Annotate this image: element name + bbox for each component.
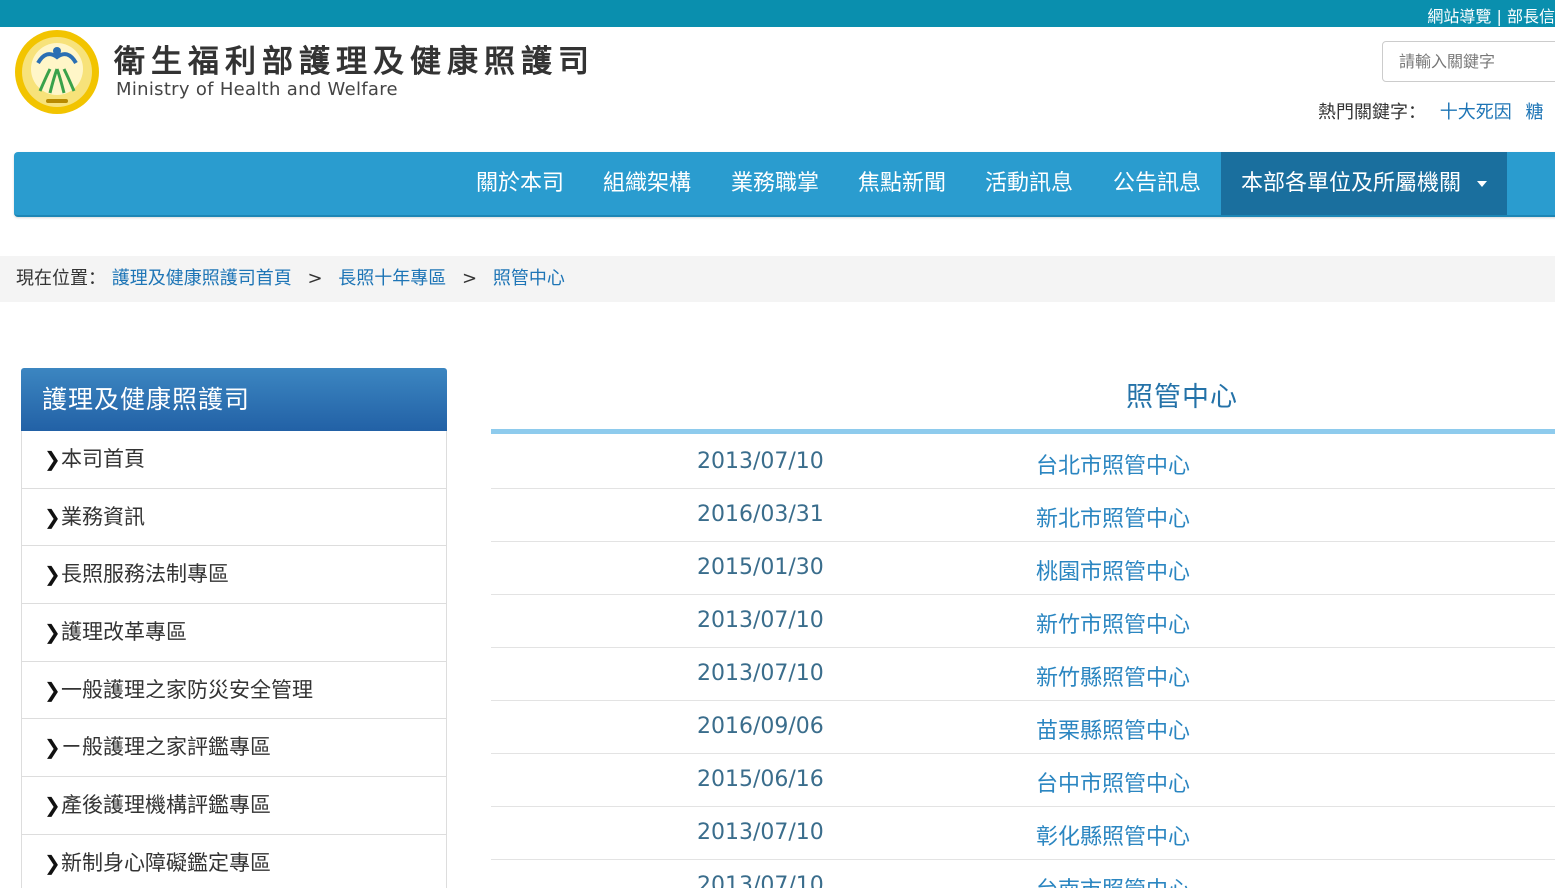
- hot-keyword-link[interactable]: 十大死因: [1440, 102, 1512, 123]
- list-item-date: 2016/09/06: [697, 714, 824, 739]
- list-item: 2016/09/06 苗栗縣照管中心: [491, 701, 1555, 754]
- sidebar-item-label: ㄧ般護理之家評鑑專區: [61, 735, 271, 760]
- site-subtitle: Ministry of Health and Welfare: [116, 79, 398, 100]
- list-item: 2013/07/10 新竹縣照管中心: [491, 648, 1555, 701]
- sidebar-item-disaster-safety[interactable]: ❯一般護理之家防災安全管理: [21, 661, 447, 720]
- sidebar-item-label: 產後護理機構評鑑專區: [61, 793, 271, 818]
- nav-item-news[interactable]: 焦點新聞: [858, 152, 946, 215]
- breadcrumb-separator: >: [462, 268, 478, 289]
- sidebar-item-label: 長照服務法制專區: [61, 562, 229, 587]
- breadcrumb-link-home[interactable]: 護理及健康照護司首頁: [112, 268, 292, 289]
- site-title[interactable]: 衛生福利部護理及健康照護司: [114, 36, 595, 81]
- chevron-right-icon: ❯: [44, 850, 61, 875]
- list-item-date: 2013/07/10: [697, 820, 824, 845]
- breadcrumb: 現在位置： 護理及健康照護司首頁 > 長照十年專區 > 照管中心: [0, 256, 1555, 302]
- top-bar: 網站導覽 | 部長信: [0, 0, 1555, 27]
- list-item: 2013/07/10 新竹市照管中心: [491, 595, 1555, 648]
- list-item-link[interactable]: 彰化縣照管中心: [1036, 819, 1190, 851]
- list-item: 2016/03/31 新北市照管中心: [491, 489, 1555, 542]
- list-item-link[interactable]: 台中市照管中心: [1036, 766, 1190, 798]
- list-item-link[interactable]: 台北市照管中心: [1036, 448, 1190, 480]
- list-item-link[interactable]: 桃園市照管中心: [1036, 554, 1190, 586]
- top-links[interactable]: 網站導覽 | 部長信: [1427, 3, 1555, 27]
- chevron-right-icon: ❯: [44, 562, 61, 587]
- hot-keywords-label: 熱門關鍵字：: [1318, 102, 1426, 123]
- list-item-date: 2015/06/16: [697, 767, 824, 792]
- list-item: 2013/07/10 台北市照管中心: [491, 436, 1555, 489]
- nav-item-duties[interactable]: 業務職掌: [731, 152, 819, 215]
- breadcrumb-link-longterm-care[interactable]: 長照十年專區: [338, 268, 446, 289]
- nav-item-about[interactable]: 關於本司: [476, 152, 564, 215]
- list-item-link[interactable]: 新北市照管中心: [1036, 501, 1190, 533]
- sidebar-item-label: 一般護理之家防災安全管理: [61, 677, 313, 702]
- list-item-link[interactable]: 苗栗縣照管中心: [1036, 713, 1190, 745]
- list-item: 2013/07/10 彰化縣照管中心: [491, 807, 1555, 860]
- list-item-date: 2013/07/10: [697, 608, 824, 633]
- title-divider: [491, 429, 1555, 434]
- list-item-date: 2013/07/10: [697, 661, 824, 686]
- care-center-list: 2013/07/10 台北市照管中心 2016/03/31 新北市照管中心 2015…: [491, 436, 1555, 888]
- hot-keyword-link[interactable]: 糖: [1525, 102, 1543, 123]
- main-nav: 關於本司 組織架構 業務職掌 焦點新聞 活動訊息 公告訊息 本部各單位及所屬機關: [14, 152, 1555, 217]
- sidebar-item-postpartum-evaluation[interactable]: ❯產後護理機構評鑑專區: [21, 777, 447, 835]
- sidebar-item-disability-assessment[interactable]: ❯新制身心障礙鑑定專區: [21, 834, 447, 888]
- sidebar-item-nursing-home-evaluation[interactable]: ❯ㄧ般護理之家評鑑專區: [21, 719, 447, 778]
- list-item-date: 2013/07/10: [697, 449, 824, 474]
- list-item: 2013/07/10 台南市照管中心: [491, 860, 1555, 888]
- list-item-date: 2015/01/30: [697, 555, 824, 580]
- sidebar-title: 護理及健康照護司: [21, 368, 447, 431]
- ministry-logo-icon[interactable]: [14, 29, 100, 115]
- hot-keywords: 熱門關鍵字： 十大死因 糖: [1318, 98, 1543, 124]
- breadcrumb-label: 現在位置：: [16, 268, 106, 289]
- nav-item-announcements[interactable]: 公告訊息: [1113, 152, 1201, 215]
- list-item-date: 2013/07/10: [697, 873, 824, 888]
- nav-item-events[interactable]: 活動訊息: [985, 152, 1073, 215]
- sidebar-item-ltc-law[interactable]: ❯長照服務法制專區: [21, 546, 447, 605]
- list-item-link[interactable]: 新竹縣照管中心: [1036, 660, 1190, 692]
- sidebar-item-nursing-reform[interactable]: ❯護理改革專區: [21, 604, 447, 662]
- sidebar-item-home[interactable]: ❯本司首頁: [21, 431, 447, 489]
- sidebar-item-label: 本司首頁: [61, 447, 145, 471]
- caret-down-icon: [1477, 181, 1488, 187]
- list-item-date: 2016/03/31: [697, 502, 824, 527]
- nav-item-affiliated-units[interactable]: 本部各單位及所屬機關: [1221, 152, 1508, 215]
- chevron-right-icon: ❯: [44, 735, 61, 760]
- list-item-link[interactable]: 台南市照管中心: [1036, 872, 1190, 888]
- nav-item-affiliated-units-label: 本部各單位及所屬機關: [1241, 171, 1462, 196]
- search-box: [1382, 41, 1555, 82]
- sidebar-item-label: 業務資訊: [61, 504, 145, 529]
- list-item-link[interactable]: 新竹市照管中心: [1036, 607, 1190, 639]
- list-item: 2015/01/30 桃園市照管中心: [491, 542, 1555, 595]
- chevron-right-icon: ❯: [44, 504, 61, 529]
- sidebar: 護理及健康照護司 ❯本司首頁 ❯業務資訊 ❯長照服務法制專區 ❯護理改革專區 ❯…: [21, 368, 447, 888]
- list-item: 2015/06/16 台中市照管中心: [491, 754, 1555, 807]
- chevron-right-icon: ❯: [44, 447, 61, 471]
- sidebar-item-label: 新制身心障礙鑑定專區: [61, 850, 271, 875]
- breadcrumb-link-current[interactable]: 照管中心: [493, 268, 565, 289]
- page-title: 照管中心: [1126, 382, 1238, 413]
- chevron-right-icon: ❯: [44, 793, 61, 818]
- sidebar-item-label: 護理改革專區: [61, 620, 187, 645]
- chevron-right-icon: ❯: [44, 620, 61, 645]
- nav-item-organization[interactable]: 組織架構: [603, 152, 691, 215]
- search-input[interactable]: [1383, 42, 1555, 81]
- breadcrumb-separator: >: [307, 268, 323, 289]
- chevron-right-icon: ❯: [44, 677, 61, 702]
- sidebar-item-business-info[interactable]: ❯業務資訊: [21, 488, 447, 547]
